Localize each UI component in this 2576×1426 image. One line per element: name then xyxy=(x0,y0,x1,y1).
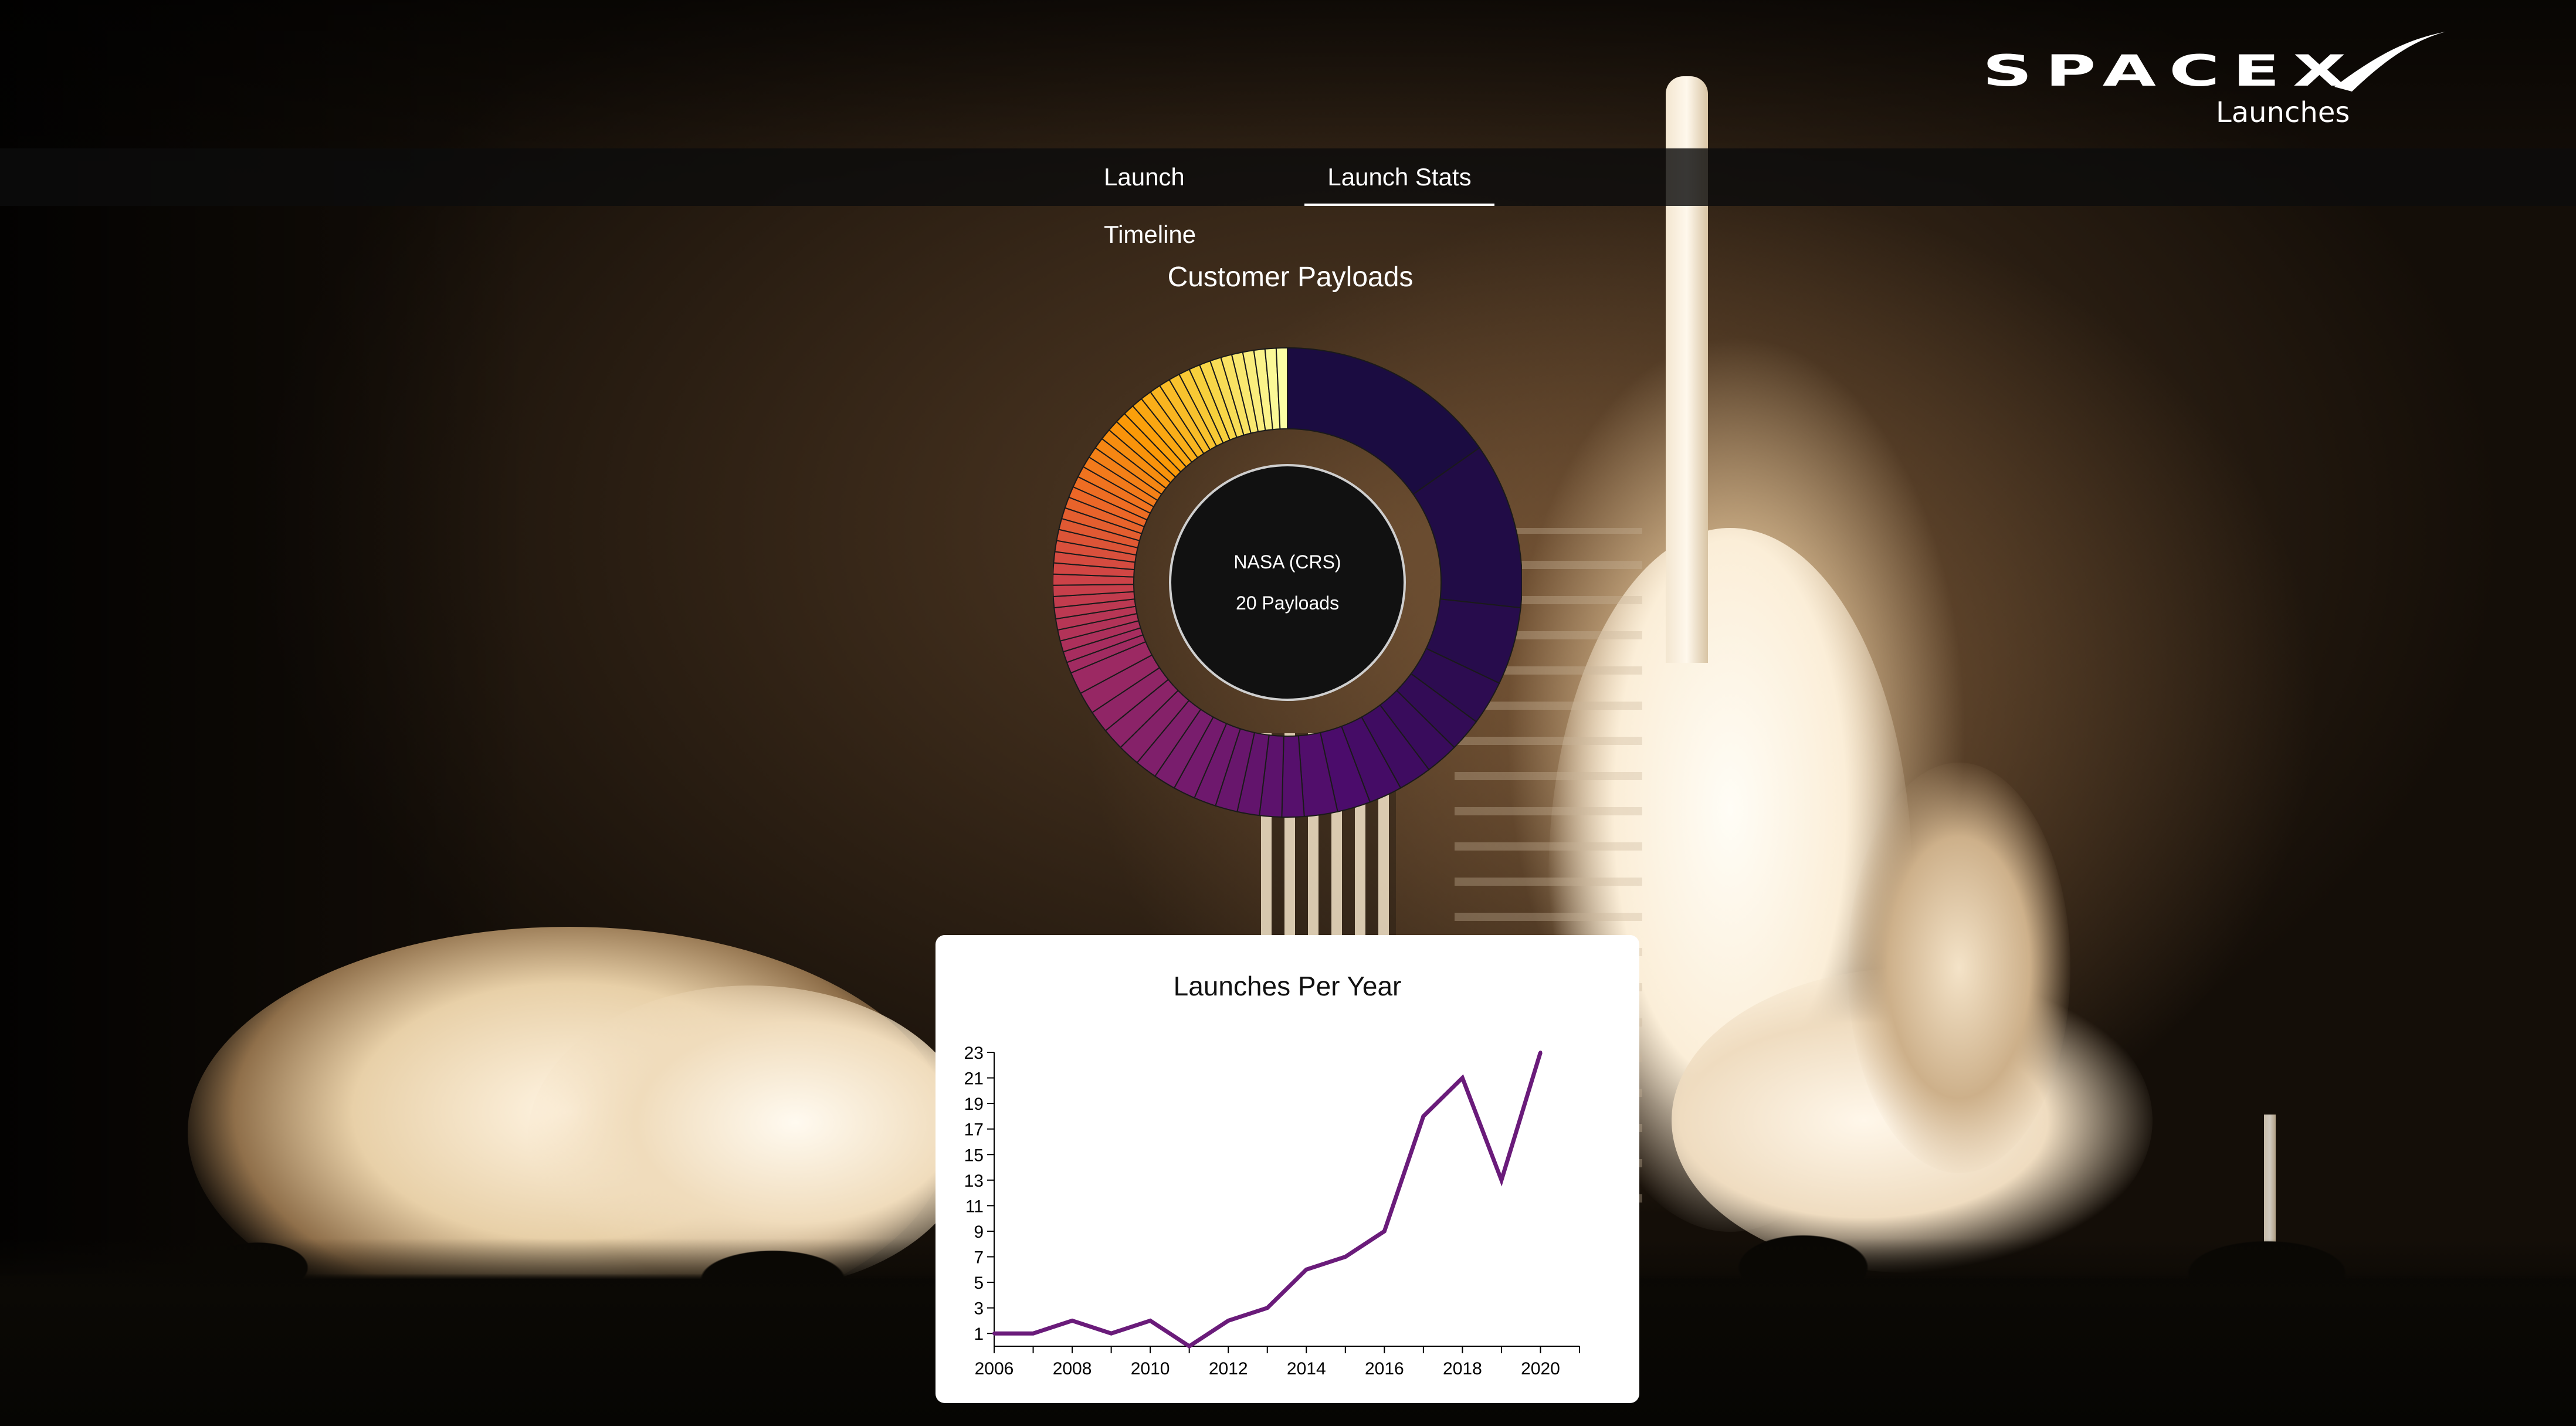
selected-payload-count: 20 Payloads xyxy=(1235,592,1340,614)
y-tick-label: 5 xyxy=(974,1273,984,1293)
y-tick-label: 17 xyxy=(964,1120,984,1140)
tab-launch-stats[interactable]: Launch Stats xyxy=(1304,148,1494,206)
y-tick-label: 3 xyxy=(974,1299,984,1319)
launches-per-year-card: Launches Per Year 1 3 5 7 9 11 13 15 17 19 21 23 200… xyxy=(936,935,1639,1403)
y-tick-label: 1 xyxy=(974,1325,984,1344)
launches-data-point xyxy=(1421,1114,1425,1118)
spacex-logo[interactable]: SPACEX Launches xyxy=(1977,28,2452,145)
launches-data-point xyxy=(1109,1332,1113,1336)
launches-per-year-chart: 13579111315171921232006 2008 2010 2012 2014 2… xyxy=(964,1044,1580,1378)
launches-data-point xyxy=(1460,1076,1465,1080)
launches-data-point xyxy=(1304,1268,1309,1272)
x-tick-label: 2010 xyxy=(1131,1359,1170,1378)
launches-data-point xyxy=(1538,1051,1543,1054)
x-tick-label: 2008 xyxy=(1053,1359,1092,1378)
launches-data-point xyxy=(1031,1332,1035,1336)
launches-data-point xyxy=(1499,1178,1503,1182)
x-tick-label: 2018 xyxy=(1443,1359,1482,1378)
y-tick-label: 7 xyxy=(974,1248,984,1268)
selected-customer-label: NASA (CRS) xyxy=(1233,551,1341,573)
launches-data-point xyxy=(1226,1319,1231,1323)
y-tick-label: 11 xyxy=(965,1197,984,1216)
x-tick-label: 2014 xyxy=(1287,1359,1326,1378)
y-tick-label: 15 xyxy=(964,1146,984,1165)
launches-data-point xyxy=(1265,1306,1269,1310)
launches-data-point xyxy=(1343,1255,1347,1259)
y-tick-label: 13 xyxy=(964,1171,984,1191)
launches-data-point xyxy=(992,1332,996,1336)
x-tick-label: 2006 xyxy=(975,1359,1014,1378)
launches-series-line xyxy=(994,1051,1543,1349)
logo-subtitle: Launches xyxy=(2216,96,2350,129)
top-nav: Launch Timeline Launch Stats xyxy=(0,148,2576,248)
launches-data-point xyxy=(1187,1344,1191,1348)
logo-wordmark: SPACEX xyxy=(1982,45,2360,96)
y-tick-label: 23 xyxy=(964,1044,984,1063)
tab-launch-timeline[interactable]: Launch Timeline xyxy=(1082,148,1304,248)
donut-center xyxy=(1169,464,1406,701)
y-tick-label: 9 xyxy=(974,1222,984,1242)
launches-data-point xyxy=(1148,1319,1153,1323)
launches-data-point xyxy=(1070,1319,1075,1323)
x-tick-label: 2020 xyxy=(1521,1359,1560,1378)
x-tick-label: 2016 xyxy=(1365,1359,1404,1378)
launches-data-point xyxy=(1382,1229,1387,1233)
customer-payloads-title: Customer Payloads xyxy=(1167,262,1414,293)
y-tick-label: 21 xyxy=(964,1069,984,1089)
customer-payloads-donut xyxy=(1053,347,1522,818)
x-tick-label: 2012 xyxy=(1209,1359,1248,1378)
y-tick-label: 19 xyxy=(964,1095,984,1114)
